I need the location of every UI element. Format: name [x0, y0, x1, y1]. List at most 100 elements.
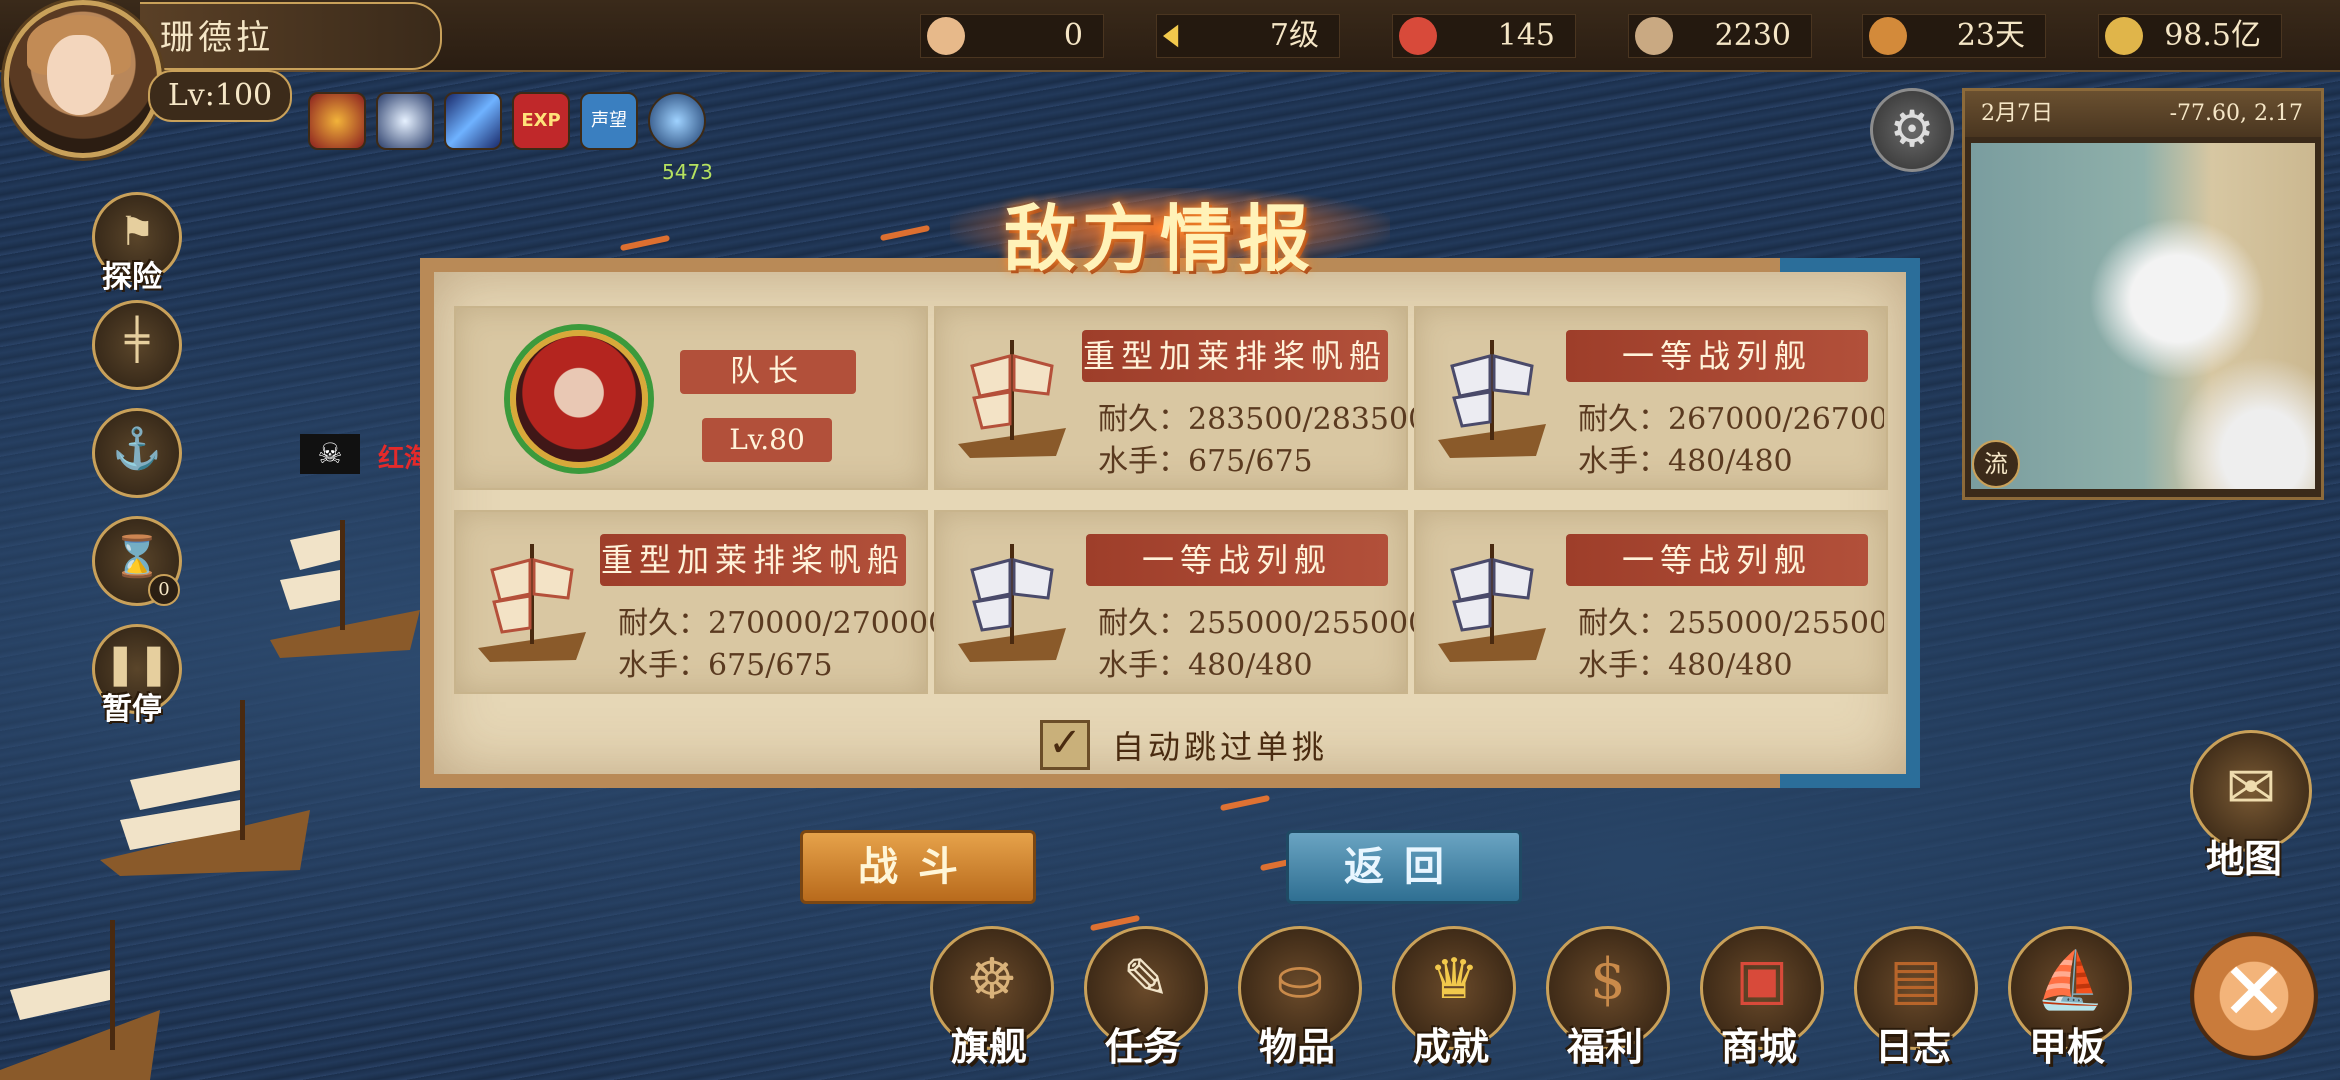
ship-name: 一等战列舰 — [1566, 330, 1868, 382]
coin-icon — [2105, 17, 2143, 55]
explore-label: 探险 — [102, 260, 162, 295]
rank-chevron-icon — [1163, 24, 1179, 48]
ship-wheel-icon: ☸ — [966, 947, 1018, 1012]
reputation-buff-icon[interactable]: 声望 — [580, 92, 638, 150]
hourglass-buff-icon[interactable] — [648, 92, 706, 150]
sailor-icon — [1635, 17, 1673, 55]
hourglass-icon: ⌛ — [112, 534, 162, 580]
hourglass-count-badge: 0 — [148, 574, 180, 606]
fight-button[interactable]: 战斗 — [800, 830, 1036, 904]
journal-icon: ▤ — [1889, 947, 1943, 1012]
minimap-header: 2月7日 -77.60, 2.17 — [1965, 91, 2321, 137]
money-bag-icon: $ — [1590, 947, 1626, 1012]
settings-gear-button[interactable]: ⚙ — [1870, 88, 1954, 172]
auto-skip-label: 自动跳过单挑 — [1112, 728, 1329, 766]
ship-icon — [1399, 17, 1437, 55]
scroll-map-icon: ✉ — [2225, 753, 2277, 823]
mast-button[interactable]: ╪ — [92, 300, 182, 390]
trophy-icon: ♛ — [1428, 947, 1480, 1012]
close-icon: ✕ — [2220, 945, 2288, 1038]
resource-gold[interactable]: 98.5亿 — [2098, 14, 2282, 58]
nav-achievements-label: 成就 — [1412, 1024, 1489, 1069]
ship-durability: 耐久：267000/267000 — [1578, 402, 1884, 437]
sword-buff-icon[interactable] — [444, 92, 502, 150]
gear-buff-icon[interactable] — [308, 92, 366, 150]
nav-items-label: 物品 — [1258, 1024, 1335, 1069]
treasure-chest-icon: ▣ — [1735, 947, 1789, 1012]
ship-crew: 水手：480/480 — [1578, 444, 1793, 479]
nav-flagship-label: 旗舰 — [950, 1024, 1027, 1069]
ship-crew: 水手：675/675 — [1098, 444, 1313, 479]
pause-label: 暂停 — [102, 692, 162, 727]
resource-value: 23天 — [1956, 18, 2025, 53]
minimap-date: 2月7日 — [1981, 101, 2053, 126]
map-label: 地图 — [2206, 836, 2283, 881]
nav-shop-label: 商城 — [1720, 1024, 1797, 1069]
ship-durability: 耐久：283500/283500 — [1098, 402, 1428, 437]
ship-name: 一等战列舰 — [1566, 534, 1868, 586]
ship-durability: 耐久：255000/255000 — [1098, 606, 1428, 641]
galley-ship-icon — [958, 340, 1066, 458]
resource-value: 145 — [1497, 18, 1555, 53]
warship-icon — [958, 544, 1066, 662]
buff-timer: 5473 — [662, 160, 713, 184]
ship-name: 重型加莱排桨帆船 — [600, 534, 906, 586]
ship-durability: 耐久：270000/270000 — [618, 606, 948, 641]
ship-crew: 水手：480/480 — [1098, 648, 1313, 683]
resource-crew[interactable]: 2230 — [1628, 14, 1812, 58]
minimap[interactable]: 2月7日 -77.60, 2.17 — [1962, 88, 2324, 500]
bag-icon: ⛀ — [1276, 947, 1324, 1012]
ship-crew: 水手：675/675 — [618, 648, 833, 683]
anchor-icon: ⚓ — [112, 426, 162, 472]
bread-icon — [1869, 17, 1907, 55]
resource-value: 7级 — [1269, 18, 1319, 53]
warship-icon — [1438, 544, 1546, 662]
avatar-face — [47, 35, 111, 115]
mast-icon: ╪ — [124, 317, 150, 363]
minimap-image[interactable] — [1971, 143, 2315, 489]
ship-durability: 耐久：255000/255000 — [1578, 606, 1884, 641]
resource-value: 98.5亿 — [2164, 18, 2261, 53]
back-button[interactable]: 返回 — [1286, 830, 1522, 904]
nav-quests-label: 任务 — [1104, 1024, 1181, 1069]
captain-portrait[interactable] — [510, 330, 648, 468]
minimap-coords: -77.60, 2.17 — [2169, 101, 2303, 126]
ship-name: 一等战列舰 — [1086, 534, 1388, 586]
resource-rank[interactable]: 7级 — [1156, 14, 1340, 58]
ember-effect — [1219, 794, 1271, 812]
captain-label: 队长 — [680, 350, 856, 394]
enemy-ship-bg — [270, 520, 420, 658]
captain-level: Lv.80 — [702, 418, 832, 462]
dialog-title: 敌方情报 — [1003, 196, 1316, 281]
ship-crew: 水手：480/480 — [1578, 648, 1793, 683]
current-flow-button[interactable]: 流 — [1972, 440, 2020, 488]
resource-arm[interactable]: 0 — [920, 14, 1104, 58]
warship-icon — [1438, 340, 1546, 458]
anchor-button[interactable]: ⚓ — [92, 408, 182, 498]
brain-buff-icon[interactable] — [376, 92, 434, 150]
resource-value: 0 — [1063, 18, 1083, 53]
resource-value: 2230 — [1714, 18, 1791, 53]
player-avatar[interactable] — [4, 0, 162, 158]
nav-log-label: 日志 — [1874, 1024, 1951, 1069]
quill-scroll-icon: ✎ — [1122, 947, 1170, 1012]
resource-fleet[interactable]: 145 — [1392, 14, 1576, 58]
nav-deck-label: 甲板 — [2028, 1024, 2105, 1069]
player-name: 珊德拉 — [160, 18, 274, 58]
player-level: Lv:100 — [148, 70, 292, 122]
ship-name: 重型加莱排桨帆船 — [1082, 330, 1388, 382]
pirate-flag-icon: ☠ — [300, 434, 360, 474]
auto-skip-checkbox[interactable]: ✓ — [1040, 720, 1090, 770]
own-ship-bg — [0, 920, 160, 1080]
sailing-ship-icon: ⛵ — [2035, 948, 2105, 1013]
resource-food[interactable]: 23天 — [1862, 14, 2046, 58]
checkmark-icon: ✓ — [1048, 720, 1082, 766]
pause-icon: ❚❚ — [103, 641, 171, 687]
muscle-icon — [927, 17, 965, 55]
exp-buff-icon[interactable]: EXP — [512, 92, 570, 150]
galley-ship-icon — [478, 544, 586, 662]
flag-icon: ⚑ — [119, 209, 155, 255]
nav-welfare-label: 福利 — [1566, 1024, 1643, 1069]
close-button[interactable]: ✕ — [2190, 932, 2318, 1060]
gear-icon: ⚙ — [1889, 100, 1935, 158]
